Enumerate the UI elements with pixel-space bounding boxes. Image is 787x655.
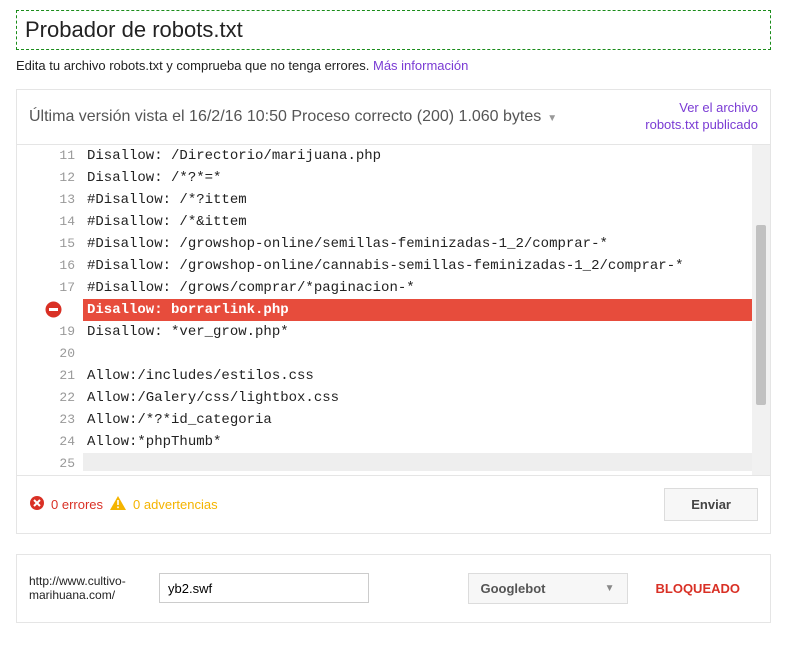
code-line[interactable]: 25 (17, 453, 752, 475)
code-text[interactable]: #Disallow: /growshop-online/cannabis-sem… (83, 255, 752, 277)
chevron-down-icon: ▼ (547, 113, 557, 124)
line-number: 17 (17, 277, 83, 299)
view-published-link[interactable]: Ver el archivo robots.txt publicado (645, 100, 758, 134)
code-line[interactable]: 16#Disallow: /growshop-online/cannabis-s… (17, 255, 752, 277)
code-line[interactable]: 19Disallow: *ver_grow.php* (17, 321, 752, 343)
test-result-badge: BLOQUEADO (638, 581, 759, 596)
line-number: 16 (17, 255, 83, 277)
code-text[interactable]: #Disallow: /growshop-online/semillas-fem… (83, 233, 752, 255)
line-number: 24 (17, 431, 83, 453)
code-line[interactable]: 22Allow:/Galery/css/lightbox.css (17, 387, 752, 409)
url-path-input[interactable] (159, 573, 369, 603)
code-text[interactable]: Disallow: /*?*=* (83, 167, 752, 189)
line-number: 19 (17, 321, 83, 343)
chevron-down-icon: ▼ (605, 583, 615, 594)
line-number: 20 (17, 343, 83, 365)
code-text[interactable]: Allow:/Galery/css/lightbox.css (83, 387, 752, 409)
line-number: 25 (17, 453, 83, 475)
bot-select-dropdown[interactable]: Googlebot ▼ (468, 573, 628, 604)
editor-footer: 0 errores 0 advertencias Enviar (17, 476, 770, 533)
line-number: 13 (17, 189, 83, 211)
view-link-line2: robots.txt publicado (645, 117, 758, 132)
line-number: 11 (17, 145, 83, 167)
code-line[interactable]: 12Disallow: /*?*=* (17, 167, 752, 189)
line-number: 18 (17, 299, 83, 321)
warnings-count: 0 advertencias (133, 497, 218, 512)
line-number: 14 (17, 211, 83, 233)
status-group: 0 errores 0 advertencias (29, 495, 664, 514)
code-line[interactable]: 20 (17, 343, 752, 365)
code-text[interactable]: Allow:/includes/estilos.css (83, 365, 752, 387)
editor-card: Última versión vista el 16/2/16 10:50 Pr… (16, 89, 771, 534)
code-text[interactable] (83, 343, 752, 365)
code-text[interactable]: Allow:/*?*id_categoria (83, 409, 752, 431)
line-number: 12 (17, 167, 83, 189)
line-number: 21 (17, 365, 83, 387)
line-number: 15 (17, 233, 83, 255)
code-text[interactable]: Disallow: *ver_grow.php* (83, 321, 752, 343)
url-test-card: http://www.cultivo-marihuana.com/ Google… (16, 554, 771, 623)
version-info[interactable]: Última versión vista el 16/2/16 10:50 Pr… (25, 108, 645, 126)
code-text[interactable]: Allow:*phpThumb* (83, 431, 752, 453)
code-text[interactable] (83, 453, 752, 471)
code-line[interactable]: 11Disallow: /Directorio/marijuana.php (17, 145, 752, 167)
code-line[interactable]: 23Allow:/*?*id_categoria (17, 409, 752, 431)
code-line[interactable]: 24Allow:*phpThumb* (17, 431, 752, 453)
code-line[interactable]: 18Disallow: borrarlink.php (17, 299, 752, 321)
page-title-box: Probador de robots.txt (16, 10, 771, 50)
version-text: Última versión vista el 16/2/16 10:50 Pr… (29, 108, 541, 125)
page-subtitle: Edita tu archivo robots.txt y comprueba … (16, 58, 771, 73)
code-text[interactable]: Disallow: /Directorio/marijuana.php (83, 145, 752, 167)
scrollbar-thumb[interactable] (756, 225, 766, 405)
more-info-link[interactable]: Más información (373, 58, 468, 73)
code-text[interactable]: #Disallow: /*&ittem (83, 211, 752, 233)
error-marker-icon (45, 301, 62, 318)
code-line[interactable]: 14#Disallow: /*&ittem (17, 211, 752, 233)
view-link-line1: Ver el archivo (679, 100, 758, 115)
bot-select-label: Googlebot (481, 581, 546, 596)
code-text[interactable]: #Disallow: /*?ittem (83, 189, 752, 211)
line-number: 22 (17, 387, 83, 409)
code-area[interactable]: 11Disallow: /Directorio/marijuana.php12D… (17, 145, 752, 475)
submit-button[interactable]: Enviar (664, 488, 758, 521)
errors-count: 0 errores (51, 497, 103, 512)
error-icon (29, 495, 45, 514)
line-number: 23 (17, 409, 83, 431)
vertical-scrollbar[interactable] (752, 145, 770, 475)
warning-icon (109, 495, 127, 514)
page-title: Probador de robots.txt (25, 17, 762, 43)
code-line[interactable]: 21Allow:/includes/estilos.css (17, 365, 752, 387)
code-line[interactable]: 17#Disallow: /grows/comprar/*paginacion-… (17, 277, 752, 299)
code-text[interactable]: #Disallow: /grows/comprar/*paginacion-* (83, 277, 752, 299)
code-text[interactable]: Disallow: borrarlink.php (83, 299, 752, 321)
subtitle-text: Edita tu archivo robots.txt y comprueba … (16, 58, 373, 73)
editor-header: Última versión vista el 16/2/16 10:50 Pr… (17, 90, 770, 144)
url-prefix-label: http://www.cultivo-marihuana.com/ (29, 574, 149, 603)
code-line[interactable]: 15#Disallow: /growshop-online/semillas-f… (17, 233, 752, 255)
code-line[interactable]: 13#Disallow: /*?ittem (17, 189, 752, 211)
code-editor[interactable]: 11Disallow: /Directorio/marijuana.php12D… (17, 144, 770, 476)
